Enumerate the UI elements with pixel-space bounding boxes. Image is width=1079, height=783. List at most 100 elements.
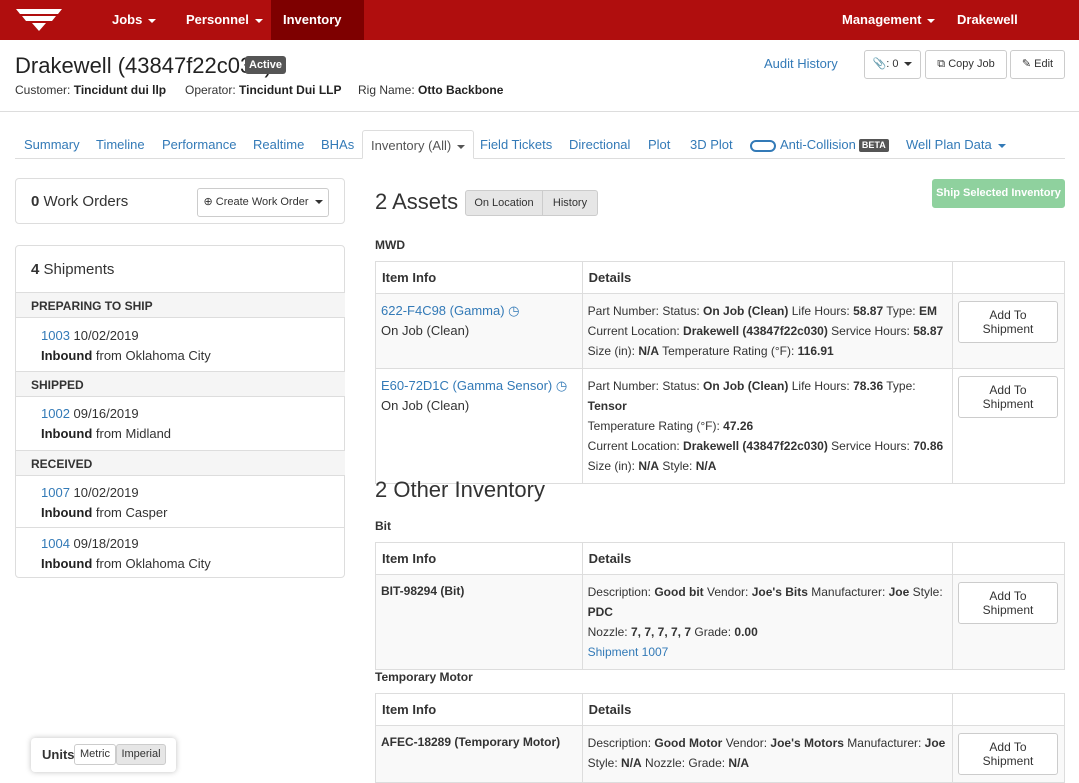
- table-row: BIT-98294 (Bit) Description: Good bit Ve…: [375, 574, 1066, 670]
- asset-details: Part Number: Status: On Job (Clean) Life…: [581, 368, 953, 484]
- tab-anti-collision[interactable]: Anti-Collision BETA: [750, 130, 889, 159]
- table-row: E60-72D1C (Gamma Sensor) ◷ On Job (Clean…: [375, 368, 1066, 484]
- drakewell-logo[interactable]: [14, 6, 64, 32]
- edit-icon: ✎: [1021, 58, 1032, 70]
- chevron-down-icon: [457, 144, 466, 149]
- history-toggle[interactable]: History: [542, 190, 598, 216]
- shipments-group-received: RECEIVED: [16, 450, 345, 476]
- ship-selected-inventory-button[interactable]: Ship Selected Inventory: [932, 179, 1065, 208]
- detail-line: Description: Good Motor Vendor: Joe's Mo…: [587, 736, 946, 750]
- shipment-item[interactable]: 1003 10/02/2019 Inbound from Oklahoma Ci…: [41, 326, 211, 366]
- actions-header: [951, 542, 1066, 575]
- shipments-group-preparing: PREPARING TO SHIP: [16, 292, 345, 318]
- tab-inventory[interactable]: Inventory (All): [362, 130, 475, 159]
- copy-job-button[interactable]: ⧉ Copy Job: [925, 50, 1007, 79]
- tab-summary[interactable]: Summary: [24, 130, 80, 159]
- shipment-link[interactable]: Shipment 1007: [588, 645, 669, 659]
- shipment-item[interactable]: 1007 10/02/2019 Inbound from Casper: [41, 483, 167, 523]
- job-tabs: Summary Timeline Performance Realtime BH…: [15, 130, 1065, 159]
- temporary-motor-table: Item Info Details AFEC-18289 (Temporary …: [375, 693, 1066, 783]
- add-to-shipment-button[interactable]: Add To Shipment: [957, 582, 1058, 624]
- shipments-group-shipped: SHIPPED: [16, 371, 345, 397]
- asset-link[interactable]: 622-F4C98 (Gamma): [381, 303, 505, 318]
- item-info-header: Item Info: [375, 693, 583, 726]
- detail-line: Part Number: Status: On Job (Clean) Life…: [587, 304, 937, 318]
- item-info-header: Item Info: [375, 542, 583, 575]
- detail-line: Shipment 1007: [588, 642, 947, 662]
- tab-3d-plot[interactable]: 3D Plot: [690, 130, 733, 159]
- tab-plot[interactable]: Plot: [648, 130, 670, 159]
- actions-header: [951, 693, 1066, 726]
- assets-table: Item Info Details 622-F4C98 (Gamma) ◷ On…: [375, 261, 1066, 484]
- job-title: Drakewell (43847f22c030): [15, 53, 272, 78]
- chevron-down-icon: [148, 18, 157, 23]
- operator-info: Operator: Tincidunt Dui LLP: [185, 83, 342, 97]
- asset-state: On Job (Clean): [381, 323, 470, 338]
- imperial-button[interactable]: Imperial: [116, 744, 166, 765]
- work-orders-panel: 0 Work Orders ⊕ Create Work Order: [15, 178, 345, 224]
- on-location-toggle[interactable]: On Location: [465, 190, 543, 216]
- nav-inventory[interactable]: Inventory: [271, 0, 364, 63]
- tab-directional[interactable]: Directional: [569, 130, 630, 159]
- chevron-down-icon: [254, 18, 263, 23]
- units-toggle: Units Metric Imperial: [31, 738, 176, 772]
- nav-drakewell-support[interactable]: Drakewell Support: [945, 0, 1079, 67]
- paperclip-icon: 📎: [872, 58, 887, 70]
- item-name: AFEC-18289 (Temporary Motor): [375, 725, 583, 783]
- status-badge: Active: [245, 56, 287, 74]
- nav-personnel[interactable]: Personnel: [174, 0, 275, 40]
- tab-bhas[interactable]: BHAs: [321, 130, 354, 159]
- metric-button[interactable]: Metric: [74, 744, 116, 765]
- work-orders-heading: 0 Work Orders: [31, 193, 129, 210]
- add-to-shipment-button[interactable]: Add To Shipment: [957, 301, 1058, 343]
- chevron-down-icon: [314, 200, 323, 205]
- chevron-down-icon: [997, 143, 1006, 148]
- tab-performance[interactable]: Performance: [162, 130, 236, 159]
- tab-well-plan-data[interactable]: Well Plan Data: [906, 130, 1006, 159]
- asset-link[interactable]: E60-72D1C (Gamma Sensor): [381, 378, 552, 393]
- item-details: Description: Good bit Vendor: Joe's Bits…: [581, 574, 953, 670]
- actions-header: [951, 261, 1066, 294]
- add-to-shipment-button[interactable]: Add To Shipment: [957, 376, 1058, 418]
- audit-history-link[interactable]: Audit History: [764, 56, 838, 71]
- copy-icon: ⧉: [937, 58, 946, 70]
- detail-line: Current Location: Drakewell (43847f22c03…: [587, 324, 944, 338]
- shipment-item[interactable]: 1002 09/16/2019 Inbound from Midland: [41, 404, 171, 444]
- details-header: Details: [581, 542, 953, 575]
- shipment-item[interactable]: 1004 09/18/2019 Inbound from Oklahoma Ci…: [41, 534, 211, 574]
- detail-line: Part Number: Status: On Job (Clean) Life…: [587, 379, 916, 413]
- table-row: 622-F4C98 (Gamma) ◷ On Job (Clean) Part …: [375, 293, 1066, 369]
- clock-icon[interactable]: ◷: [508, 303, 519, 318]
- plus-circle-icon: ⊕: [203, 196, 213, 208]
- asset-details: Part Number: Status: On Job (Clean) Life…: [581, 293, 953, 369]
- clock-icon[interactable]: ◷: [556, 378, 567, 393]
- detail-line: Size (in): N/A Temperature Rating (°F): …: [587, 344, 834, 358]
- detail-line: Nozzle: 7, 7, 7, 7, 7 Grade: 0.00: [587, 625, 758, 639]
- tab-field-tickets[interactable]: Field Tickets: [480, 130, 552, 159]
- create-work-order-button[interactable]: ⊕ Create Work Order: [197, 188, 329, 217]
- mwd-section-title: MWD: [375, 238, 405, 252]
- details-header: Details: [581, 693, 953, 726]
- detail-line: Temperature Rating (°F): 47.26: [587, 419, 754, 433]
- tab-realtime[interactable]: Realtime: [253, 130, 304, 159]
- item-name: BIT-98294 (Bit): [375, 574, 583, 670]
- item-info-header: Item Info: [375, 261, 583, 294]
- detail-line: Size (in): N/A Style: N/A: [587, 459, 717, 473]
- details-header: Details: [581, 261, 953, 294]
- edit-button[interactable]: ✎ Edit: [1010, 50, 1065, 79]
- chevron-down-icon: [927, 18, 936, 23]
- anti-collision-icon: [750, 139, 776, 152]
- detail-line: Current Location: Drakewell (43847f22c03…: [587, 439, 944, 453]
- attachments-button[interactable]: 📎: 0: [864, 50, 921, 79]
- units-label: Units: [42, 747, 75, 762]
- tab-timeline[interactable]: Timeline: [96, 130, 145, 159]
- shipments-panel: 4 Shipments PREPARING TO SHIP 1003 10/02…: [15, 245, 345, 578]
- detail-line: Style: N/A Nozzle: Grade: N/A: [587, 756, 750, 770]
- assets-title: 2 Assets: [375, 189, 459, 214]
- temporary-motor-section-title: Temporary Motor: [375, 670, 473, 684]
- chevron-down-icon: [904, 62, 913, 67]
- bit-section-title: Bit: [375, 519, 391, 533]
- nav-jobs[interactable]: Jobs: [100, 0, 168, 40]
- detail-line: Description: Good bit Vendor: Joe's Bits…: [587, 585, 943, 619]
- nav-management[interactable]: Management: [830, 0, 947, 40]
